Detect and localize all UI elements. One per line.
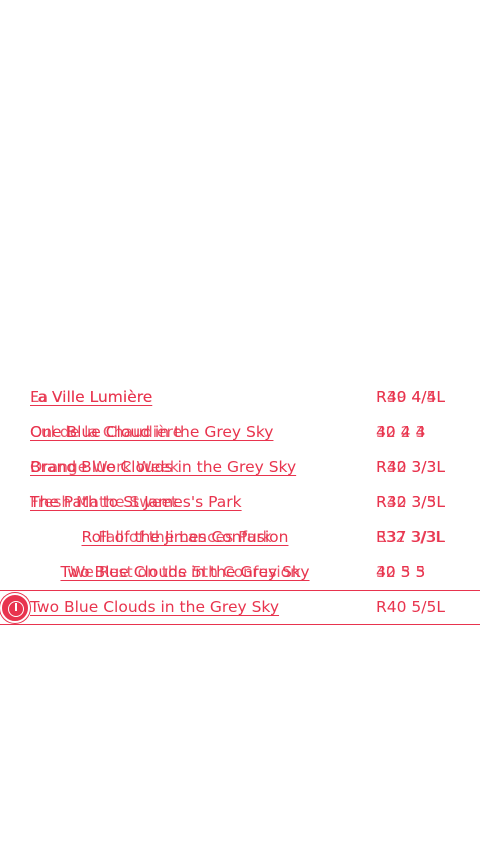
route-grade: R40 3/3L [376,458,446,476]
route-grade: R40 5/5L [376,598,446,616]
route-row[interactable]: Cul de la Chaudière One Blue Cloud in the… [0,415,480,450]
route-row-selected[interactable]: Two Blue Clouds in the Grey Sky R40 5/5L [0,590,480,625]
route-grade: 40 4 4 [376,423,426,441]
route-row[interactable]: Fresh Mathe Sweet The Path to St James's … [0,485,480,520]
route-grade: R37 3/3L [376,528,446,546]
route-name-link[interactable]: Roll of the Jimes Confusion [0,520,370,555]
route-name-link[interactable]: One Blue Cloud in the Grey Sky [30,415,273,450]
route-name-link[interactable]: Brand Blue Clouds in the Grey Sky [30,450,296,485]
route-row[interactable]: La ville Lumière Fa Ville Lumière R39 4/5L… [0,380,480,415]
location-pin-icon [0,593,30,623]
route-grade: R32 3/5L [376,493,446,511]
route-row[interactable]: We Rest on the 5th Confusion Two Blue Clo… [0,555,480,590]
route-row[interactable]: Orange Work Week Brand Blue Clouds in the… [0,450,480,485]
route-grade: R40 4/4L [376,388,446,406]
route-name-link[interactable]: Fa Ville Lumière [30,380,152,415]
route-name-link[interactable]: The Path to St James's Park [30,485,242,520]
route-name-link[interactable]: Two Blue Clouds in the Grey Sky [30,591,279,626]
route-row[interactable]: Fall of the Lances Park Roll of the Jimes… [0,520,480,555]
route-name-link[interactable]: Two Blue Clouds in the Grey Sky [0,555,370,590]
route-list: La ville Lumière Fa Ville Lumière R39 4/5L… [0,380,480,625]
route-grade: 40 5 5 [376,563,426,581]
